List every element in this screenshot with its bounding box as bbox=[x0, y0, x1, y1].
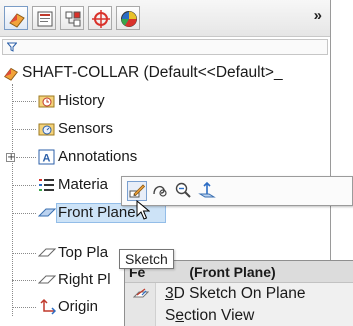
menu-item-label: Section View bbox=[165, 307, 255, 324]
tree-item-label: Top Pla bbox=[58, 244, 109, 261]
tree-connector bbox=[12, 101, 36, 102]
normal-to-button[interactable] bbox=[198, 181, 218, 201]
origin-icon bbox=[40, 298, 56, 315]
tree-item-label: History bbox=[58, 92, 105, 109]
annotations-icon: A bbox=[38, 149, 55, 165]
tree-item-label: Annotations bbox=[58, 148, 138, 165]
configuration-manager-icon bbox=[65, 11, 81, 27]
tree-root-label: SHAFT-COLLAR (Default<<Default>_ bbox=[22, 64, 283, 81]
part-icon bbox=[4, 67, 18, 81]
tree-item-label: Right Pl bbox=[58, 271, 111, 288]
manager-tab-bar: » bbox=[0, 0, 330, 37]
expand-toggle[interactable]: + bbox=[6, 153, 15, 163]
header-rest: (Front Plane) bbox=[189, 264, 276, 280]
tree-item-history[interactable]: History bbox=[0, 90, 330, 112]
tree-item-label: Materia bbox=[58, 176, 109, 193]
material-icon bbox=[39, 179, 54, 191]
plane-icon bbox=[38, 208, 56, 217]
mouse-cursor-icon bbox=[136, 200, 150, 220]
sketch-icon bbox=[129, 184, 146, 198]
display-manager-tab[interactable] bbox=[116, 6, 140, 30]
sketch-tooltip: Sketch bbox=[119, 249, 174, 269]
tree-root-part[interactable]: SHAFT-COLLAR (Default<<Default>_ bbox=[0, 62, 330, 84]
zoom-to-selection-button[interactable] bbox=[174, 181, 194, 201]
property-manager-icon bbox=[37, 11, 53, 27]
plane-icon bbox=[38, 275, 56, 284]
tree-connector bbox=[12, 307, 36, 308]
tree-item-annotations[interactable]: + A Annotations bbox=[0, 146, 330, 168]
3d-sketch-on-plane-icon bbox=[133, 288, 149, 298]
more-tabs-button[interactable]: » bbox=[314, 7, 322, 24]
dimxpert-manager-icon bbox=[92, 10, 110, 28]
context-menu: Fe (Front Plane) 3D Sketch On Plane Secti… bbox=[124, 260, 353, 326]
feature-manager-icon bbox=[9, 13, 25, 28]
menu-item-section-view[interactable]: Section View bbox=[125, 305, 353, 326]
normal-to-icon bbox=[198, 181, 216, 198]
tree-item-label: Front Plane bbox=[58, 204, 136, 221]
feature-manager-tab[interactable] bbox=[4, 6, 28, 30]
sensors-folder-icon bbox=[38, 123, 55, 136]
tree-item-label: Sensors bbox=[58, 120, 114, 137]
menu-item-3d-sketch-on-plane[interactable]: 3D Sketch On Plane bbox=[125, 283, 353, 304]
sketch-button[interactable] bbox=[127, 181, 147, 201]
dimxpert-manager-tab[interactable] bbox=[88, 6, 112, 30]
tree-connector bbox=[12, 129, 36, 130]
svg-text:A: A bbox=[43, 153, 51, 165]
tree-connector bbox=[12, 253, 36, 254]
tree-connector bbox=[16, 157, 36, 158]
filter-icon bbox=[7, 42, 17, 52]
menu-item-label: 3D Sketch On Plane bbox=[165, 285, 306, 302]
history-folder-icon bbox=[38, 95, 55, 108]
configuration-manager-tab[interactable] bbox=[60, 6, 84, 30]
view-orientation-icon bbox=[153, 185, 167, 197]
tree-item-sensors[interactable]: Sensors bbox=[0, 118, 330, 140]
display-manager-icon bbox=[121, 11, 137, 27]
zoom-to-selection-icon bbox=[175, 182, 191, 198]
tree-connector bbox=[12, 213, 36, 214]
context-toolbar bbox=[121, 176, 353, 206]
plane-icon bbox=[38, 248, 56, 257]
view-orientation-button[interactable] bbox=[151, 181, 171, 201]
tree-connector bbox=[12, 280, 36, 281]
tree-item-label: Origin bbox=[58, 298, 99, 315]
tree-connector bbox=[12, 185, 36, 186]
property-manager-tab[interactable] bbox=[32, 6, 56, 30]
tree-filter-field[interactable] bbox=[2, 39, 328, 55]
